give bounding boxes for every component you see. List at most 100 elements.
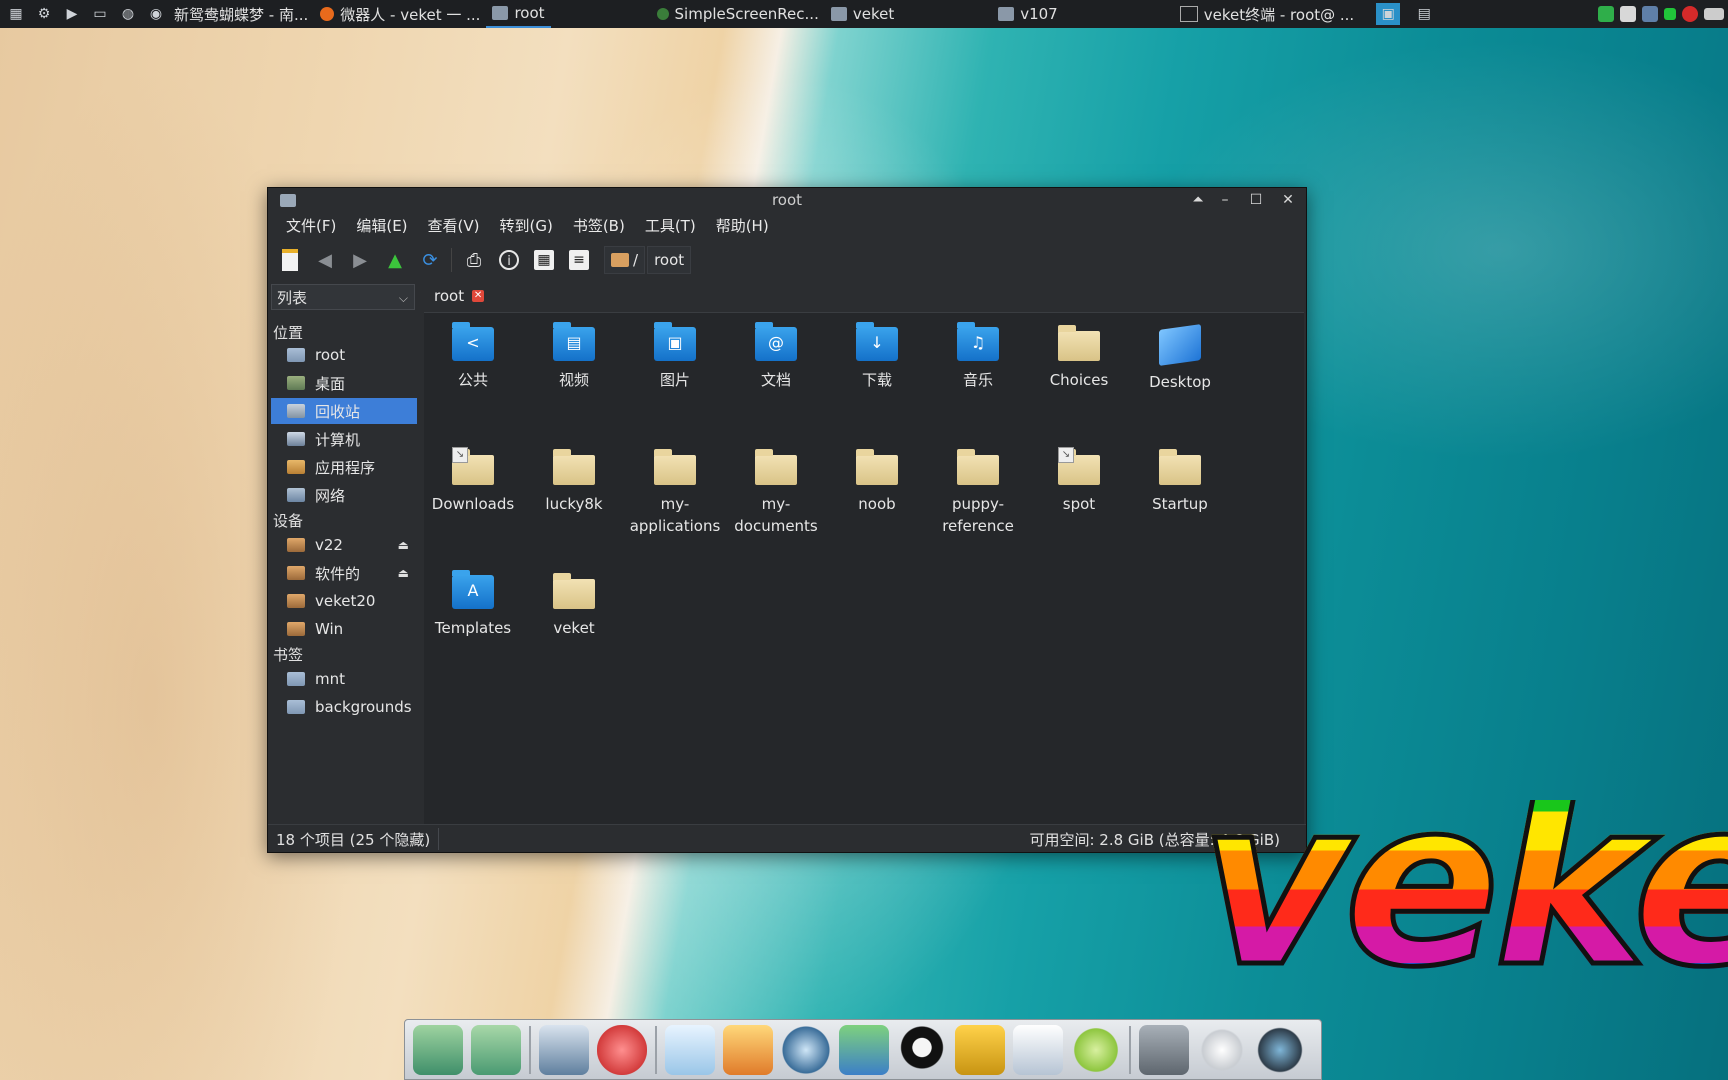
list-view-button[interactable]: ≡ bbox=[566, 247, 592, 273]
keyboard-icon[interactable] bbox=[1704, 8, 1724, 20]
dock-chart-icon[interactable] bbox=[1013, 1024, 1063, 1075]
file-item-puppy-reference[interactable]: puppy-reference bbox=[929, 445, 1027, 537]
dock-home-icon[interactable] bbox=[413, 1024, 463, 1075]
menu-tools[interactable]: 工具(T) bbox=[635, 214, 706, 238]
forward-button[interactable]: ▶ bbox=[347, 247, 373, 273]
file-item-music[interactable]: ♫ 音乐 bbox=[929, 321, 1027, 391]
sidebar-item-backgrounds[interactable]: backgrounds bbox=[271, 694, 417, 720]
clipboard-icon[interactable] bbox=[1620, 6, 1636, 22]
file-item-desktop[interactable]: Desktop bbox=[1131, 321, 1229, 393]
sidebar-item-software[interactable]: 软件的 ⏏ bbox=[271, 560, 417, 586]
maximize-button[interactable]: ☐ bbox=[1246, 190, 1266, 210]
file-item-choices[interactable]: Choices bbox=[1030, 321, 1128, 391]
sidebar-item-trash[interactable]: 回收站 bbox=[271, 398, 417, 424]
power-icon[interactable] bbox=[1682, 6, 1698, 22]
task-v107[interactable]: v107 bbox=[992, 0, 1064, 28]
menu-go[interactable]: 转到(G) bbox=[490, 214, 563, 238]
system-monitor-icon[interactable]: ▦ bbox=[4, 3, 28, 25]
display-icon[interactable]: ▣ bbox=[1376, 3, 1401, 25]
sidebar-item-root[interactable]: root bbox=[271, 342, 417, 368]
task-browser[interactable]: 微器人 - veket 一 ... bbox=[314, 0, 486, 28]
file-item-public[interactable]: < 公共 bbox=[424, 321, 522, 391]
sidebar-item-v22[interactable]: v22 ⏏ bbox=[271, 532, 417, 558]
reload-button[interactable]: ⟳ bbox=[417, 247, 443, 273]
file-item-templates[interactable]: A Templates bbox=[424, 569, 522, 639]
sidebar-item-network[interactable]: 网络 bbox=[271, 482, 417, 508]
back-button[interactable]: ◀ bbox=[312, 247, 338, 273]
dock-media-player-icon[interactable] bbox=[781, 1024, 831, 1075]
task-root[interactable]: root bbox=[486, 0, 551, 28]
file-item-pictures[interactable]: ▣ 图片 bbox=[626, 321, 724, 391]
file-item-my-documents[interactable]: my-documents bbox=[727, 445, 825, 537]
menu-file[interactable]: 文件(F) bbox=[276, 214, 346, 238]
file-item-veket[interactable]: veket bbox=[525, 569, 623, 639]
tab-root[interactable]: root ✕ bbox=[426, 284, 491, 308]
file-item-videos[interactable]: ▤ 视频 bbox=[525, 321, 623, 391]
close-icon[interactable]: ✕ bbox=[472, 290, 485, 302]
record-icon[interactable]: ◉ bbox=[144, 3, 168, 25]
sidebar-section-bookmarks: 书签 bbox=[273, 646, 304, 664]
dock-penguin-icon[interactable] bbox=[897, 1024, 947, 1075]
eject-icon[interactable]: ⏏ bbox=[398, 566, 409, 580]
file-item-downloads-cn[interactable]: ↓ 下载 bbox=[828, 321, 926, 391]
file-item-documents[interactable]: @ 文档 bbox=[727, 321, 825, 391]
dock-editor-icon[interactable] bbox=[665, 1024, 715, 1075]
up-button[interactable]: ▲ bbox=[382, 247, 408, 273]
path-crumb-current[interactable]: root bbox=[647, 246, 692, 274]
side-pane-mode-select[interactable]: 列表 ⌵ bbox=[271, 284, 415, 310]
eject-icon[interactable]: ⏏ bbox=[398, 538, 409, 552]
globe-icon[interactable]: ◍ bbox=[116, 3, 140, 25]
path-crumb-root[interactable]: / bbox=[604, 246, 646, 274]
shield-icon[interactable] bbox=[1598, 6, 1614, 22]
shade-button[interactable]: ⏶ bbox=[1188, 190, 1208, 210]
file-item-downloads[interactable]: ↘ Downloads bbox=[424, 445, 522, 515]
dock-monitor-icon[interactable] bbox=[539, 1024, 589, 1075]
sidebar-item-mnt[interactable]: mnt bbox=[271, 666, 417, 692]
dock-drive-icon[interactable] bbox=[1139, 1024, 1189, 1075]
folder-icon bbox=[998, 7, 1015, 21]
sidebar-item-desktop[interactable]: 桌面 bbox=[271, 370, 417, 396]
chevron-down-icon: ⌵ bbox=[398, 291, 408, 305]
task-music[interactable]: 新鸳鸯蝴蝶梦 - 南... bbox=[168, 0, 314, 28]
play-icon[interactable]: ▶ bbox=[60, 3, 84, 25]
battery-icon[interactable] bbox=[1664, 8, 1676, 20]
dock-paint-icon[interactable] bbox=[723, 1024, 773, 1075]
file-item-noob[interactable]: noob bbox=[828, 445, 926, 515]
new-tab-button[interactable] bbox=[277, 247, 303, 273]
sidebar-item-veket20[interactable]: veket20 bbox=[271, 588, 417, 614]
icon-view-button[interactable]: ▦ bbox=[531, 247, 557, 273]
find-files-button[interactable]: ⎙ bbox=[461, 247, 487, 273]
menu-help[interactable]: 帮助(H) bbox=[706, 214, 779, 238]
dock-pig-icon[interactable] bbox=[597, 1024, 647, 1075]
properties-button[interactable]: i bbox=[496, 247, 522, 273]
minimize-button[interactable]: – bbox=[1215, 190, 1235, 210]
sidebar-item-applications[interactable]: 应用程序 bbox=[271, 454, 417, 480]
task-terminal[interactable]: veket终端 - root@ ... bbox=[1174, 0, 1360, 28]
sidebar-item-computer[interactable]: 计算机 bbox=[271, 426, 417, 452]
task-screenrec[interactable]: SimpleScreenRec... bbox=[651, 0, 825, 28]
drive-icon bbox=[287, 566, 305, 580]
network-icon[interactable] bbox=[1642, 6, 1658, 22]
dock-book-icon[interactable] bbox=[955, 1024, 1005, 1075]
file-icon-view[interactable]: < 公共 ▤ 视频 ▣ 图片 @ 文档 ↓ 下载 ♫ 音乐 Choices De… bbox=[424, 312, 1304, 825]
dock-settings-icon[interactable] bbox=[1197, 1024, 1247, 1075]
settings-icon[interactable]: ⚙ bbox=[32, 3, 56, 25]
sidebar-item-win[interactable]: Win bbox=[271, 616, 417, 642]
window-switcher-icon[interactable]: ▤ bbox=[1412, 3, 1436, 25]
menubar: 文件(F) 编辑(E) 查看(V) 转到(G) 书签(B) 工具(T) 帮助(H… bbox=[268, 214, 779, 238]
file-item-spot[interactable]: ↘ spot bbox=[1030, 445, 1128, 515]
terminal-icon[interactable]: ▭ bbox=[88, 3, 112, 25]
dock-chat-icon[interactable] bbox=[839, 1024, 889, 1075]
window-titlebar[interactable]: root ⏶ – ☐ ✕ bbox=[268, 188, 1306, 212]
menu-edit[interactable]: 编辑(E) bbox=[346, 214, 417, 238]
dock-camera-icon[interactable] bbox=[1255, 1024, 1305, 1075]
close-button[interactable]: ✕ bbox=[1278, 190, 1298, 210]
dock-folder-icon[interactable] bbox=[471, 1024, 521, 1075]
file-item-my-applications[interactable]: my-applications bbox=[626, 445, 724, 537]
file-item-startup[interactable]: Startup bbox=[1131, 445, 1229, 515]
dock-help-icon[interactable] bbox=[1071, 1024, 1121, 1075]
file-item-lucky8k[interactable]: lucky8k bbox=[525, 445, 623, 515]
task-veket[interactable]: veket bbox=[825, 0, 900, 28]
menu-view[interactable]: 查看(V) bbox=[418, 214, 490, 238]
menu-bookmarks[interactable]: 书签(B) bbox=[563, 214, 635, 238]
